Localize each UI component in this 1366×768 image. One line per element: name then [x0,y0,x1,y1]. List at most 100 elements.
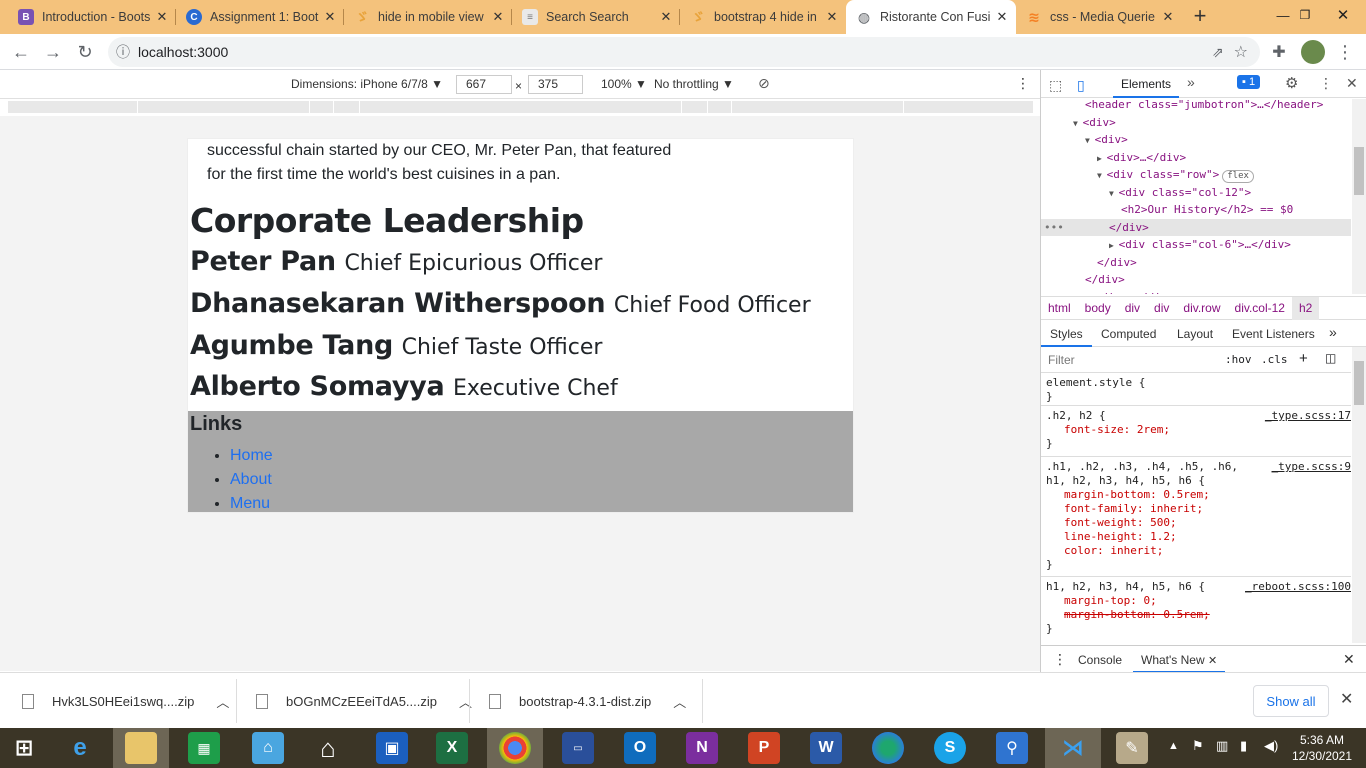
dom-node[interactable]: ▼ <div class="row"> flex [1097,166,1254,183]
breadcrumb-item[interactable]: html [1041,301,1078,315]
edge-icon[interactable] [872,732,904,764]
expand-arrow-icon[interactable]: ▼ [1097,171,1107,180]
css-declaration[interactable]: font-size: 2rem; [1064,423,1170,437]
lenovo-icon[interactable]: ▭ [562,732,594,764]
share-icon[interactable]: ⇗ [1212,44,1224,61]
width-input[interactable]: 667 [456,75,512,94]
windows-start-icon[interactable]: ⊞ [8,732,40,764]
menu-icon[interactable]: ⋮ [1330,34,1360,70]
word-icon[interactable]: W [810,732,842,764]
dom-node[interactable]: </div> [1097,254,1137,271]
tab-layout[interactable]: Layout [1177,327,1213,341]
media-segment[interactable] [708,101,732,113]
breadcrumb-item[interactable]: body [1078,301,1118,315]
flag-icon[interactable]: ⚑ [1192,738,1204,754]
network-icon[interactable]: ▥ [1216,738,1228,754]
tab-styles[interactable]: Styles [1041,321,1092,347]
close-tab-icon[interactable]: ✕ [992,9,1012,25]
download-item[interactable]: bootstrap-4.3.1-dist.zip ︿ [489,673,686,729]
tab-assignment[interactable]: C Assignment 1: Boot ✕ [176,0,344,34]
media-segment[interactable] [682,101,708,113]
site-info-icon[interactable]: ⓘ [108,42,138,62]
dom-node[interactable]: ▼ <div> [1073,114,1116,131]
expand-arrow-icon[interactable]: ▼ [1073,119,1083,128]
css-source-link[interactable]: _type.scss:9 [1272,460,1351,473]
expand-arrow-icon[interactable]: ▼ [1085,136,1095,145]
collapsed-arrow-icon[interactable]: ▶ [1097,154,1107,163]
breadcrumb-item[interactable]: div.col-12 [1228,301,1292,315]
tab-ristorante-active[interactable]: ◍ Ristorante Con Fusi ✕ [846,0,1016,34]
address-bar[interactable]: ⓘ localhost:3000 ⇗ ☆ [108,37,1260,67]
css-source-link[interactable]: _reboot.scss:100 [1245,580,1351,593]
devtools-more-icon[interactable]: ⋮ [1319,75,1333,92]
breadcrumb-item[interactable]: h2 [1291,296,1320,320]
dom-node[interactable]: ▶ <div>…</div> [1085,289,1174,295]
css-rule[interactable]: h1, h2, h3, h4, h5, h6 {_reboot.scss:100… [1041,577,1351,643]
dom-node[interactable]: </div> [1109,219,1149,236]
tab-bootstrap-hide[interactable]: ゞ bootstrap 4 hide in ✕ [680,0,846,34]
media-segment[interactable] [138,101,310,113]
breadcrumb-item[interactable]: div [1118,301,1147,315]
css-rule[interactable]: .h1, .h2, .h3, .h4, .h5, .h6, _type.scss:… [1041,457,1351,577]
scroll-thumb[interactable] [1354,361,1364,405]
volume-icon[interactable]: ◀) [1264,738,1278,754]
drawer-menu-icon[interactable]: ⋮ [1053,651,1067,668]
media-segment[interactable] [8,101,138,113]
show-all-button[interactable]: Show all [1253,685,1329,717]
hov-toggle[interactable]: :hov [1225,353,1252,366]
dom-scrollbar[interactable] [1352,99,1366,294]
close-tab-icon[interactable]: ✕ [656,9,676,25]
dom-node[interactable]: ▶ <div>…</div> [1097,149,1186,166]
dom-node[interactable]: ▶ <div class="col-6">…</div> [1109,236,1291,253]
breadcrumb-item[interactable]: div [1147,301,1176,315]
maps-icon[interactable]: ⚲ [996,732,1028,764]
file-explorer-icon[interactable] [125,732,157,764]
media-segment[interactable] [732,101,904,113]
close-downloads-icon[interactable]: ✕ [1340,689,1353,709]
about-link[interactable]: About [230,471,272,488]
home-icon[interactable]: ⌂ [312,732,344,764]
chevron-up-icon[interactable]: ︿ [673,692,686,711]
tab-console[interactable]: Console [1078,653,1122,667]
css-declaration[interactable]: font-weight: 500; [1064,516,1177,530]
close-tab-icon[interactable]: ✕ [152,9,172,25]
breadcrumb-item[interactable]: div.row [1176,301,1227,315]
chevron-up-icon[interactable]: ︿ [459,692,472,711]
dom-node[interactable]: ▼ <div> [1085,131,1128,148]
css-declaration[interactable]: margin-bottom: 0.5rem; [1064,488,1210,502]
system-clock[interactable]: 5:36 AM 12/30/2021 [1290,732,1354,764]
signal-icon[interactable]: ▮ [1240,738,1247,754]
download-item[interactable]: Hvk3LS0HEei1swq....zip ︿ [22,673,229,729]
close-devtools-icon[interactable]: ✕ [1346,75,1358,92]
css-rule[interactable]: element.style {} [1041,373,1351,406]
media-segment[interactable] [334,101,360,113]
collapsed-arrow-icon[interactable]: ▶ [1085,294,1095,295]
reload-icon[interactable]: ↻ [70,34,100,70]
issues-badge[interactable]: ▪ 1 [1237,75,1261,89]
toggle-sidebar-icon[interactable]: ◫ [1325,351,1336,365]
tab-hide-in-mobile[interactable]: ゞ hide in mobile view ✕ [344,0,512,34]
close-tab-icon[interactable]: ✕ [488,9,508,25]
internet-explorer-icon[interactable]: e [64,732,96,764]
height-input[interactable]: 375 [528,75,583,94]
close-tab-icon[interactable]: ✕ [1208,655,1217,667]
excel-icon[interactable]: X [436,732,468,764]
settings-gear-icon[interactable]: ⚙ [1285,74,1298,92]
close-tab-icon[interactable]: ✕ [1158,9,1178,25]
throttling-dropdown[interactable]: No throttling ▼ [654,77,734,91]
tab-event-listeners[interactable]: Event Listeners [1232,327,1315,341]
inspect-icon[interactable]: ⬚ [1049,77,1062,94]
scroll-thumb[interactable] [1354,147,1364,195]
css-declaration[interactable]: margin-top: 0; [1064,594,1157,608]
node-ellipsis-icon[interactable]: ••• [1044,219,1064,236]
tab-css-media[interactable]: ≋ css - Media Querie ✕ [1016,0,1182,34]
collapsed-arrow-icon[interactable]: ▶ [1109,241,1119,250]
shopping-bag-icon[interactable]: ⌂ [252,732,284,764]
chrome-icon[interactable] [499,732,531,764]
home-link[interactable]: Home [230,447,273,464]
forward-icon[interactable]: → [38,34,68,70]
tray-overflow-icon[interactable]: ▲ [1168,740,1179,752]
css-declaration[interactable]: color: inherit; [1064,544,1163,558]
css-declaration[interactable]: font-family: inherit; [1064,502,1203,516]
download-item[interactable]: bOGnMCzEEeiTdA5....zip ︿ [256,673,472,729]
